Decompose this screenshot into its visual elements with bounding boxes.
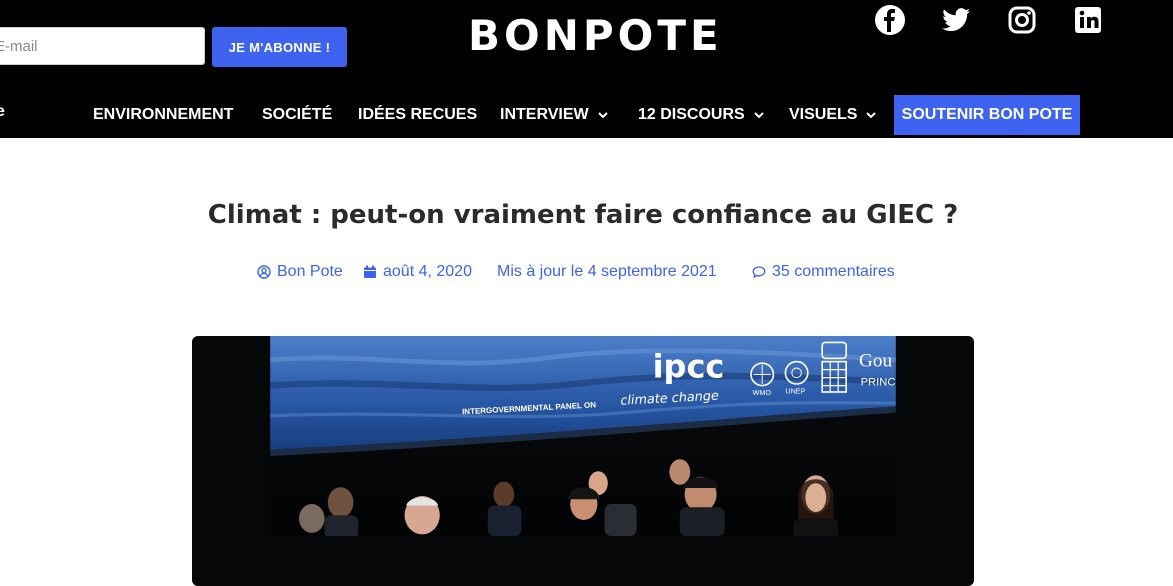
nav-item-visuels[interactable]: VISUELS bbox=[789, 95, 877, 135]
updated-text: Mis à jour le 4 septembre 2021 bbox=[497, 263, 717, 280]
article-updated: Mis à jour le 4 septembre 2021 bbox=[497, 262, 717, 282]
twitter-icon[interactable] bbox=[940, 4, 972, 36]
chevron-down-icon bbox=[753, 109, 765, 121]
linkedin-icon[interactable] bbox=[1072, 4, 1104, 36]
nav-item-12-discours[interactable]: 12 DISCOURS bbox=[638, 95, 765, 135]
facebook-icon[interactable] bbox=[874, 4, 906, 36]
author-name: Bon Pote bbox=[277, 263, 343, 280]
chevron-down-icon bbox=[597, 109, 609, 121]
site-logo[interactable]: BONPOTE bbox=[468, 10, 719, 62]
nav-label: INTERVIEW bbox=[500, 106, 589, 123]
nav-item-interview[interactable]: INTERVIEW bbox=[500, 95, 609, 135]
article-author[interactable]: Bon Pote bbox=[257, 262, 343, 282]
nav-item-truncated[interactable]: e bbox=[0, 103, 5, 121]
nav-item-environnement[interactable]: ENVIRONNEMENT bbox=[93, 95, 233, 135]
chevron-down-icon bbox=[865, 109, 877, 121]
nav-label: IDÉES RECUES bbox=[358, 106, 478, 123]
svg-text:Gou: Gou bbox=[859, 350, 892, 371]
nav-label: 12 DISCOURS bbox=[638, 106, 745, 123]
user-icon bbox=[257, 265, 271, 279]
support-button[interactable]: SOUTENIR BON POTE bbox=[894, 95, 1080, 135]
svg-text:UNEP: UNEP bbox=[785, 387, 805, 396]
nav-label: SOCIÉTÉ bbox=[262, 106, 333, 123]
article-comments[interactable]: 35 commentaires bbox=[752, 262, 895, 282]
svg-text:WMO: WMO bbox=[753, 388, 772, 397]
article-date[interactable]: août 4, 2020 bbox=[363, 262, 472, 282]
subscribe-button[interactable]: JE M'ABONNE ! bbox=[212, 27, 347, 67]
calendar-icon bbox=[363, 265, 377, 279]
article-hero-image: ipcc INTERGOVERNMENTAL PANEL ON climate … bbox=[192, 336, 974, 586]
svg-text:PRINC: PRINC bbox=[861, 377, 896, 389]
ipcc-logo-text: ipcc bbox=[653, 348, 725, 386]
nav-item-societe[interactable]: SOCIÉTÉ bbox=[262, 95, 332, 135]
comments-count: 35 commentaires bbox=[772, 263, 895, 280]
instagram-icon[interactable] bbox=[1006, 4, 1038, 36]
nav-label: VISUELS bbox=[789, 106, 858, 123]
nav-label: ENVIRONNEMENT bbox=[93, 106, 234, 123]
article-title: Climat : peut-on vraiment faire confianc… bbox=[207, 200, 959, 230]
newsletter-email-input[interactable] bbox=[0, 27, 205, 65]
comment-icon bbox=[752, 265, 766, 279]
date-text: août 4, 2020 bbox=[383, 263, 472, 280]
nav-item-idees-recues[interactable]: IDÉES RECUES bbox=[358, 95, 477, 135]
ipcc-stage-image: ipcc INTERGOVERNMENTAL PANEL ON climate … bbox=[269, 336, 896, 536]
